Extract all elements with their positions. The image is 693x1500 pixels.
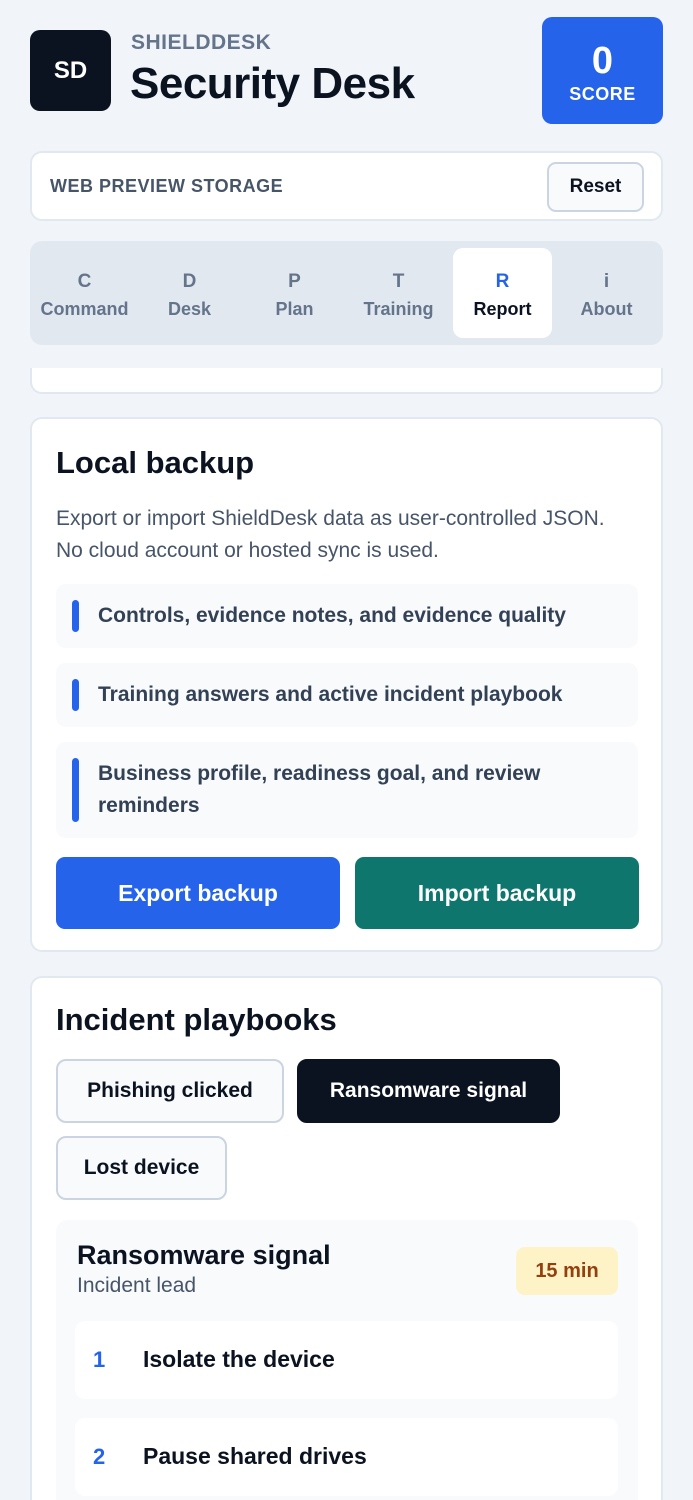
playbook-chip-phishing[interactable]: Phishing clicked: [56, 1059, 284, 1123]
reset-button[interactable]: Reset: [547, 162, 644, 212]
page-title: Security Desk: [130, 59, 415, 108]
tab-desk[interactable]: D Desk: [140, 248, 239, 338]
tab-label: Command: [40, 299, 129, 319]
playbook-detail: Ransomware signal Incident lead 15 min 1…: [56, 1220, 638, 1500]
playbook-chip-ransomware[interactable]: Ransomware signal: [297, 1059, 560, 1123]
playbooks-title: Incident playbooks: [56, 1002, 337, 1037]
tab-icon: P: [288, 271, 301, 292]
backup-item: Business profile, readiness goal, and re…: [56, 742, 638, 838]
export-backup-button[interactable]: Export backup: [56, 857, 340, 929]
score-value: 0: [591, 40, 614, 82]
step-number: 2: [93, 1444, 106, 1469]
tab-icon: C: [77, 271, 92, 292]
tab-icon: i: [603, 271, 610, 292]
backup-item: Training answers and active incident pla…: [56, 663, 638, 727]
backup-item-text: Business profile, readiness goal, and re…: [98, 762, 541, 817]
item-marker: [72, 679, 79, 711]
backup-title: Local backup: [56, 445, 255, 480]
backup-description: Export or import ShieldDesk data as user…: [56, 507, 605, 562]
previous-card-bottom: [30, 368, 663, 394]
playbook-name: Ransomware signal: [77, 1240, 331, 1270]
score-label: SCORE: [569, 84, 636, 104]
storage-bar: WEB PREVIEW STORAGE Reset: [30, 151, 663, 221]
step-text: Pause shared drives: [143, 1443, 367, 1469]
playbook-step: 1 Isolate the device: [75, 1321, 618, 1399]
tab-about[interactable]: i About: [557, 248, 656, 338]
tab-plan[interactable]: P Plan: [245, 248, 344, 338]
storage-label: WEB PREVIEW STORAGE: [50, 176, 284, 196]
score-card: 0 SCORE: [542, 17, 663, 124]
tab-icon: T: [392, 271, 405, 292]
tab-label: Plan: [275, 299, 314, 319]
local-backup-card: Local backup Export or import ShieldDesk…: [30, 417, 663, 952]
backup-item-text: Training answers and active incident pla…: [98, 683, 563, 706]
duration-badge: 15 min: [516, 1247, 618, 1295]
tab-bar: C Command D Desk P Plan T Training R Rep…: [30, 241, 663, 345]
tab-command[interactable]: C Command: [35, 248, 134, 338]
tab-label: About: [580, 299, 633, 319]
tab-label: Training: [363, 299, 434, 319]
tab-label: Desk: [167, 299, 212, 319]
tab-icon: D: [182, 271, 197, 292]
step-number: 1: [93, 1347, 106, 1372]
backup-item-text: Controls, evidence notes, and evidence q…: [98, 604, 566, 627]
playbook-role: Incident lead: [77, 1274, 197, 1297]
tab-icon: R: [495, 271, 510, 292]
backup-item: Controls, evidence notes, and evidence q…: [56, 584, 638, 648]
incident-playbooks-card: Incident playbooks Phishing clicked Rans…: [30, 976, 663, 1500]
tab-label: Report: [473, 299, 532, 319]
step-text: Isolate the device: [143, 1346, 335, 1372]
playbook-chip-lost-device[interactable]: Lost device: [56, 1136, 227, 1200]
item-marker: [72, 758, 79, 822]
app-logo: SD: [30, 30, 111, 111]
tab-training[interactable]: T Training: [349, 248, 448, 338]
app-header: SD SHIELDDESK Security Desk 0 SCORE: [30, 17, 663, 125]
tab-report[interactable]: R Report: [453, 248, 552, 338]
import-backup-button[interactable]: Import backup: [355, 857, 639, 929]
item-marker: [72, 600, 79, 632]
brand-name: SHIELDDESK: [131, 31, 272, 54]
playbook-step: 2 Pause shared drives: [75, 1418, 618, 1496]
